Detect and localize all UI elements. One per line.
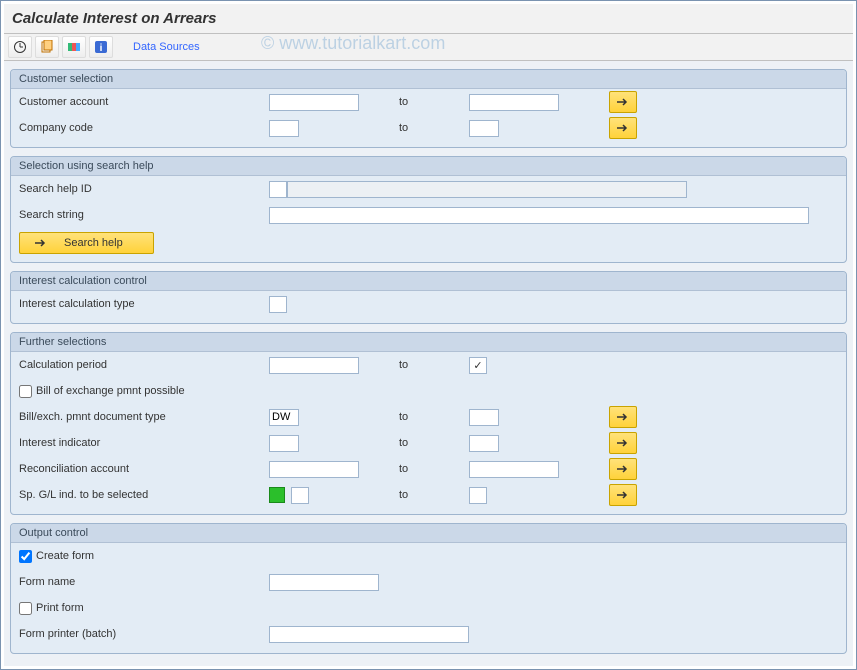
label-form-printer: Form printer (batch) — [19, 628, 269, 640]
interest-calc-type-input[interactable] — [269, 296, 287, 313]
customer-account-to[interactable] — [469, 94, 559, 111]
search-help-button[interactable]: Search help — [19, 232, 154, 254]
search-help-id-desc[interactable] — [287, 181, 687, 198]
arrow-right-icon — [34, 238, 48, 248]
group-interest-control: Interest calculation control Interest ca… — [10, 271, 847, 324]
toolbar: i Data Sources — [4, 34, 853, 61]
reconciliation-from[interactable] — [269, 461, 359, 478]
spgl-from[interactable] — [291, 487, 309, 504]
to-label: to — [399, 359, 469, 371]
search-help-id-code[interactable] — [269, 181, 287, 198]
print-form-checkbox[interactable] — [19, 602, 32, 615]
multi-select-button[interactable] — [609, 432, 637, 454]
label-reconciliation-account: Reconciliation account — [19, 463, 269, 475]
toggle-button[interactable] — [62, 36, 86, 58]
execute-button[interactable] — [8, 36, 32, 58]
form-name-input[interactable] — [269, 574, 379, 591]
variant-button[interactable] — [35, 36, 59, 58]
group-title: Further selections — [11, 333, 846, 352]
search-string-input[interactable] — [269, 207, 809, 224]
label-customer-account: Customer account — [19, 96, 269, 108]
group-further-selections: Further selections Calculation period to… — [10, 332, 847, 515]
label-print-form: Print form — [36, 602, 84, 614]
label-form-name: Form name — [19, 576, 269, 588]
to-label: to — [399, 489, 469, 501]
data-sources-link[interactable]: Data Sources — [125, 41, 208, 53]
company-code-from[interactable] — [269, 120, 299, 137]
group-search-help: Selection using search help Search help … — [10, 156, 847, 263]
doc-type-from[interactable] — [269, 409, 299, 426]
svg-text:i: i — [100, 43, 103, 54]
label-company-code: Company code — [19, 122, 269, 134]
create-form-checkbox[interactable] — [19, 550, 32, 563]
company-code-to[interactable] — [469, 120, 499, 137]
interest-indicator-from[interactable] — [269, 435, 299, 452]
multi-select-button[interactable] — [609, 484, 637, 506]
search-help-button-label: Search help — [64, 237, 123, 249]
multi-select-button[interactable] — [609, 458, 637, 480]
page-title: Calculate Interest on Arrears — [4, 4, 853, 34]
include-indicator-icon — [269, 487, 285, 503]
label-search-help-id: Search help ID — [19, 183, 269, 195]
group-title: Output control — [11, 524, 846, 543]
label-boe: Bill of exchange pmnt possible — [36, 385, 185, 397]
boe-checkbox[interactable] — [19, 385, 32, 398]
to-label: to — [399, 411, 469, 423]
multi-select-button[interactable] — [609, 91, 637, 113]
app-window: Calculate Interest on Arrears i Data Sou… — [0, 0, 857, 670]
to-label: to — [399, 96, 469, 108]
label-calc-period: Calculation period — [19, 359, 269, 371]
label-spgl: Sp. G/L ind. to be selected — [19, 489, 269, 501]
to-label: to — [399, 437, 469, 449]
group-title: Selection using search help — [11, 157, 846, 176]
customer-account-from[interactable] — [269, 94, 359, 111]
label-create-form: Create form — [36, 550, 94, 562]
to-label: to — [399, 463, 469, 475]
reconciliation-to[interactable] — [469, 461, 559, 478]
to-label: to — [399, 122, 469, 134]
spgl-to[interactable] — [469, 487, 487, 504]
group-customer-selection: Customer selection Customer account to C… — [10, 69, 847, 148]
label-search-string: Search string — [19, 209, 269, 221]
calc-period-to-check[interactable]: ✓ — [469, 357, 487, 374]
multi-select-button[interactable] — [609, 406, 637, 428]
interest-indicator-to[interactable] — [469, 435, 499, 452]
label-doc-type: Bill/exch. pmnt document type — [19, 411, 269, 423]
form-printer-input[interactable] — [269, 626, 469, 643]
label-interest-calc-type: Interest calculation type — [19, 298, 269, 310]
group-title: Customer selection — [11, 70, 846, 89]
doc-type-to[interactable] — [469, 409, 499, 426]
calc-period-from[interactable] — [269, 357, 359, 374]
multi-select-button[interactable] — [609, 117, 637, 139]
label-interest-indicator: Interest indicator — [19, 437, 269, 449]
content-area: Customer selection Customer account to C… — [4, 61, 853, 666]
info-button[interactable]: i — [89, 36, 113, 58]
group-title: Interest calculation control — [11, 272, 846, 291]
group-output-control: Output control Create form Form name Pri… — [10, 523, 847, 654]
